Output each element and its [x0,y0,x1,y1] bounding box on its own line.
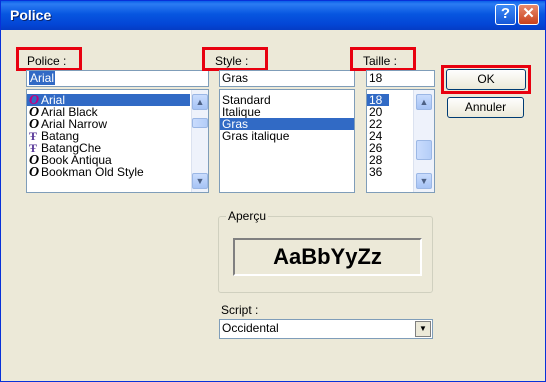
title-bar[interactable]: Police ? ✕ [1,1,545,30]
preview-label: Aperçu [226,209,269,223]
font-input[interactable]: Arial [26,70,209,87]
window-title: Police [10,7,52,23]
scroll-down-icon[interactable]: ▼ [416,173,432,189]
style-item-gras-italique[interactable]: Gras italique [220,130,354,142]
scroll-up-icon[interactable]: ▲ [192,94,208,110]
font-item-bookman[interactable]: O Bookman Old Style [27,165,190,180]
font-dialog: Police ? ✕ Police : Arial O Arial O Arial … [0,0,546,382]
cancel-button[interactable]: Annuler [447,97,524,118]
preview-sample: AaBbYyZz [233,238,422,276]
font-list[interactable]: O Arial O Arial Black O Arial Narrow Ŧ Batan… [26,89,209,193]
chevron-down-icon[interactable]: ▼ [415,321,431,337]
help-button[interactable]: ? [495,4,516,25]
preview-group: Aperçu AaBbYyZz [218,209,433,293]
font-input-value: Arial [29,71,56,85]
size-input[interactable]: 18 [366,70,435,87]
scroll-down-icon[interactable]: ▼ [192,173,208,189]
font-scrollbar[interactable]: ▲ ▼ [191,90,208,192]
font-label-highlight [16,47,82,71]
font-scroll-thumb[interactable] [192,118,208,128]
size-item-36[interactable]: 36 [367,166,389,178]
size-scrollbar[interactable]: ▲ ▼ [413,90,434,192]
size-scroll-thumb[interactable] [416,140,432,160]
close-button[interactable]: ✕ [518,4,539,25]
style-label-highlight [202,47,268,71]
style-input[interactable]: Gras [219,70,355,87]
size-list[interactable]: 18 20 22 24 26 28 36 ▲ ▼ [366,89,435,193]
scroll-up-icon[interactable]: ▲ [416,94,432,110]
script-label: Script : [221,303,259,317]
script-select[interactable]: Occidental ▼ [219,319,433,339]
script-value: Occidental [222,321,279,335]
opentype-icon: O [29,165,40,180]
style-list[interactable]: Standard Italique Gras Gras italique [219,89,355,193]
ok-button[interactable]: OK [446,69,526,90]
size-label-highlight [350,47,416,71]
